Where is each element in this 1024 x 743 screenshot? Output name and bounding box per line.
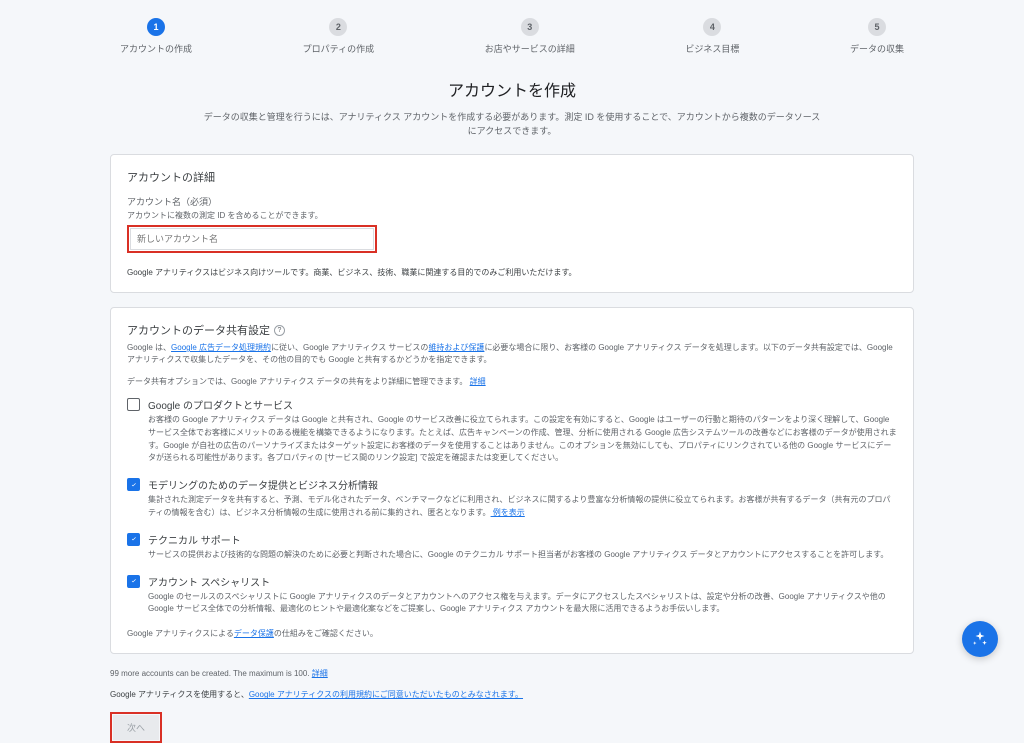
- share-option-2: テクニカル サポートサービスの提供および技術的な問題の解決のために必要と判断され…: [127, 532, 897, 562]
- option-title: モデリングのためのデータ提供とビジネス分析情報: [148, 477, 897, 492]
- checkbox[interactable]: [127, 478, 140, 491]
- checkbox[interactable]: [127, 533, 140, 546]
- share-option-3: アカウント スペシャリスト Google のセールスのスペシャリストに Googl…: [127, 574, 897, 617]
- example-link[interactable]: 例を表示: [491, 508, 525, 517]
- business-note: Google アナリティクスはビジネス向けツールです。商業、ビジネス、技術、職業…: [127, 267, 897, 278]
- option-title: アカウント スペシャリスト: [148, 574, 897, 589]
- accounts-remaining: 99 more accounts can be created. The max…: [110, 668, 914, 679]
- option-desc: サービスの提供および技術的な問題の解決のために必要と判断された場合に、Googl…: [148, 549, 897, 562]
- option-desc: Google のセールスのスペシャリストに Google アナリティクスのデータ…: [148, 591, 897, 617]
- account-details-card: アカウントの詳細 アカウント名（必須） アカウントに複数の測定 ID を含めるこ…: [110, 154, 914, 293]
- tos-link[interactable]: Google アナリティクスの利用規約にご同意いただいたものとみなされます。: [249, 690, 523, 699]
- share-option-0: Google のプロダクトとサービスお客様の Google アナリティクス デー…: [127, 397, 897, 465]
- data-sharing-card: アカウントのデータ共有設定 ? Google は、Google 広告データ処理規…: [110, 307, 914, 654]
- option-title: テクニカル サポート: [148, 532, 897, 547]
- sparkle-icon: [971, 630, 989, 648]
- account-name-input[interactable]: [130, 228, 374, 250]
- account-name-label: アカウント名（必須）: [127, 195, 897, 208]
- option-desc: 集計された測定データを共有すると、予測、モデル化されたデータ、ベンチマークなどに…: [148, 494, 897, 520]
- ads-terms-link[interactable]: Google 広告データ処理規約: [171, 343, 271, 352]
- check-icon: [130, 535, 138, 543]
- step-circle: 3: [521, 18, 539, 36]
- accounts-detail-link[interactable]: 詳細: [312, 669, 328, 678]
- data-protection-note: Google アナリティクスによるデータ保護の仕組みをご確認ください。: [127, 628, 897, 639]
- step-circle: 4: [703, 18, 721, 36]
- detail-link[interactable]: 詳細: [470, 377, 486, 386]
- step-circle: 1: [147, 18, 165, 36]
- highlight-box: [127, 225, 377, 253]
- check-icon: [130, 481, 138, 489]
- tos-text: Google アナリティクスを使用すると、Google アナリティクスの利用規約…: [110, 689, 914, 700]
- account-name-hint: アカウントに複数の測定 ID を含めることができます。: [127, 210, 897, 221]
- step-label: プロパティの作成: [303, 42, 374, 55]
- checkbox[interactable]: [127, 575, 140, 588]
- step-1[interactable]: 1 アカウントの作成: [120, 18, 192, 55]
- checkbox[interactable]: [127, 398, 140, 411]
- step-4[interactable]: 4 ビジネス目標: [685, 18, 739, 55]
- step-circle: 2: [329, 18, 347, 36]
- options-list: Google のプロダクトとサービスお客様の Google アナリティクス デー…: [127, 397, 897, 616]
- step-5[interactable]: 5 データの収集: [850, 18, 904, 55]
- sharing-heading: アカウントのデータ共有設定 ?: [127, 322, 897, 338]
- sharing-desc: Google は、Google 広告データ処理規約に従い、Google アナリテ…: [127, 342, 897, 366]
- next-button[interactable]: 次へ: [113, 715, 159, 740]
- step-2[interactable]: 2 プロパティの作成: [303, 18, 374, 55]
- highlight-box-next: 次へ: [110, 712, 162, 743]
- step-label: お店やサービスの詳細: [485, 42, 575, 55]
- page-subtitle: データの収集と管理を行うには、アナリティクス アカウントを作成する必要があります…: [202, 111, 822, 138]
- step-label: ビジネス目標: [685, 42, 739, 55]
- page-title: アカウントを作成: [110, 77, 914, 101]
- share-option-1: モデリングのためのデータ提供とビジネス分析情報集計された測定データを共有すると、…: [127, 477, 897, 520]
- card-title: アカウントの詳細: [127, 169, 897, 185]
- check-icon: [130, 577, 138, 585]
- sharing-subdesc: データ共有オプションでは、Google アナリティクス データの共有をより詳細に…: [127, 376, 897, 387]
- option-title: Google のプロダクトとサービス: [148, 397, 897, 412]
- help-fab[interactable]: [962, 621, 998, 657]
- step-label: アカウントの作成: [120, 42, 192, 55]
- step-label: データの収集: [850, 42, 904, 55]
- protect-link[interactable]: 維持および保護: [428, 343, 484, 352]
- step-3[interactable]: 3 お店やサービスの詳細: [485, 18, 575, 55]
- option-desc: お客様の Google アナリティクス データは Google と共有され、Go…: [148, 414, 897, 465]
- step-circle: 5: [868, 18, 886, 36]
- sharing-heading-text: アカウントのデータ共有設定: [127, 322, 270, 338]
- data-protection-link[interactable]: データ保護: [234, 629, 274, 638]
- help-icon[interactable]: ?: [274, 325, 285, 336]
- stepper: 1 アカウントの作成 2 プロパティの作成 3 お店やサービスの詳細 4 ビジネス目標 5 データ…: [110, 18, 914, 55]
